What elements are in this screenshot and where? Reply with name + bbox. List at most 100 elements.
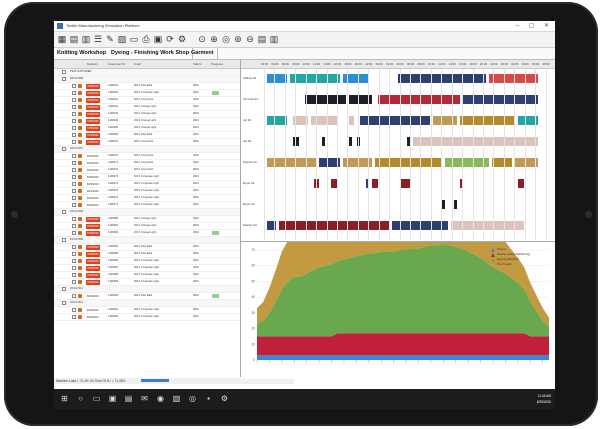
row-checkbox[interactable] <box>72 126 76 130</box>
edit-icon[interactable]: ✎ <box>105 34 115 45</box>
table-row[interactable]: 7/25/2020 1400284 800 1 Red Dark 0001 <box>54 244 240 251</box>
job-bar[interactable] <box>374 158 443 167</box>
row-checkbox[interactable] <box>72 189 76 193</box>
row-checkbox[interactable] <box>72 231 76 235</box>
row-checkbox[interactable] <box>72 175 76 179</box>
job-bar[interactable] <box>290 74 340 83</box>
row-checkbox[interactable] <box>72 98 76 102</box>
group-checkbox[interactable] <box>62 77 66 81</box>
row-checkbox[interactable] <box>72 252 76 256</box>
table-row[interactable]: 7/25/2020 1400049 200 1 Orange Light 0001 <box>54 118 240 125</box>
zoom-fit-icon[interactable]: ◎ <box>221 34 231 45</box>
tab-garment[interactable]: Garment <box>188 48 218 59</box>
document-icon[interactable]: ▭ <box>129 34 139 45</box>
job-bar[interactable] <box>517 179 524 188</box>
group-checkbox[interactable] <box>62 70 66 74</box>
table-row[interactable]: 7/25/2020 1400024 600 1 Grey Dark 0001 <box>54 97 240 104</box>
table-row[interactable]: 8/25/2020 1400275 500 1 Turquoise Light 000… <box>54 188 240 195</box>
zoom-in-icon[interactable]: ⊕ <box>209 34 219 45</box>
image-icon[interactable]: ▣ <box>153 34 163 45</box>
taskbar-clock[interactable]: 11:45 AM 8/25/2020 <box>537 393 551 405</box>
table-row[interactable]: 8/25/2020 1400271 600 1 Grey Dark 0001 <box>54 160 240 167</box>
window-controls[interactable]: – ▢ ✕ <box>516 21 553 31</box>
group-row[interactable]: DOC17412 <box>54 300 240 307</box>
group-row[interactable]: DOC17457 <box>54 146 240 153</box>
table-row[interactable]: 7/25/2020 1400287 500 1 Turquoise Light 000… <box>54 265 240 272</box>
tab-dyeing-finishing[interactable]: Dyeing - Finishing Work Shop <box>108 48 194 59</box>
table-row[interactable]: 7/25/2020 1400282 200 1 Orange Light 0001 <box>54 230 240 237</box>
row-checkbox[interactable] <box>72 84 76 88</box>
col-header-delivery[interactable]: Delivery <box>87 60 98 68</box>
row-checkbox[interactable] <box>72 217 76 221</box>
row-checkbox[interactable] <box>72 259 76 263</box>
row-checkbox[interactable] <box>72 196 76 200</box>
job-bar[interactable] <box>371 179 378 188</box>
row-checkbox[interactable] <box>72 315 76 319</box>
col-header-progress[interactable]: Progress <box>211 60 223 68</box>
table-row[interactable]: 8/25/2020 1400290 800 1 Red Dark 0001 <box>54 293 240 300</box>
table-row[interactable]: 8/25/2020 1400270 600 1 Grey Dark 0001 <box>54 153 240 160</box>
row-checkbox[interactable] <box>72 280 76 284</box>
table-row[interactable]: 7/25/2020 1400016 800 1 Red Dark 0001 <box>54 83 240 90</box>
row-checkbox[interactable] <box>72 182 76 186</box>
job-bar[interactable] <box>401 179 410 188</box>
group-checkbox[interactable] <box>62 301 66 305</box>
table-row[interactable]: 7/25/2020 1400281 200 1 Orange Light 0001 <box>54 223 240 230</box>
job-bar[interactable] <box>348 116 355 125</box>
photos-icon[interactable]: ▧ <box>172 394 181 403</box>
col-header-customer[interactable]: Customer ID <box>108 60 125 68</box>
group-checkbox[interactable] <box>62 210 66 214</box>
row-checkbox[interactable] <box>72 168 76 172</box>
export-icon[interactable]: ▥ <box>269 34 279 45</box>
job-bar[interactable] <box>462 95 539 104</box>
row-checkbox[interactable] <box>72 308 76 312</box>
grid-icon[interactable]: ▦ <box>57 34 67 45</box>
table-row[interactable]: 7/25/2020 1400042 200 1 Orange Light 0001 <box>54 111 240 118</box>
chart-icon[interactable]: ▨ <box>117 34 127 45</box>
refresh-icon[interactable]: ⟳ <box>165 34 175 45</box>
zoom-reset-icon[interactable]: ⊚ <box>233 34 243 45</box>
job-bar[interactable] <box>322 137 326 146</box>
col-header-fabric[interactable]: Fabric <box>193 60 201 68</box>
table-row[interactable]: 7/25/2020 1400286 500 1 Turquoise Light 000… <box>54 258 240 265</box>
group-row[interactable]: DOC17458 <box>54 237 240 244</box>
table-row[interactable]: 8/25/2020 1400292 500 1 Turquoise Light 000… <box>54 314 240 321</box>
job-bar[interactable] <box>310 116 337 125</box>
table-row[interactable]: 8/25/2020 1400274 500 1 Turquoise Light 000… <box>54 181 240 188</box>
layout-icon[interactable]: ▥ <box>81 34 91 45</box>
table-row[interactable]: 8/25/2020 1400272 600 1 Grey Dark 0001 <box>54 167 240 174</box>
file-explorer-icon[interactable]: ▣ <box>108 394 117 403</box>
app-icon[interactable]: ▪ <box>204 394 213 403</box>
report-icon[interactable]: ▤ <box>257 34 267 45</box>
group-checkbox[interactable] <box>62 147 66 151</box>
job-bar[interactable] <box>491 158 513 167</box>
table-row[interactable]: 7/25/2020 1400063 800 1 Red Dark 0001 <box>54 132 240 139</box>
table-row[interactable]: 7/25/2020 1400056 200 1 Orange Light 0001 <box>54 125 240 132</box>
layers-icon[interactable]: ▤ <box>69 34 79 45</box>
print-icon[interactable]: ⎙ <box>141 34 151 45</box>
group-checkbox[interactable] <box>62 287 66 291</box>
group-row[interactable]: DOC17411 <box>54 286 240 293</box>
zoom-out-icon[interactable]: ⊖ <box>245 34 255 45</box>
group-row[interactable]: TEXTCUSTOMER <box>54 69 240 76</box>
table-row[interactable]: 8/25/2020 1400277 500 1 Turquoise Light 000… <box>54 202 240 209</box>
search-icon[interactable]: ○ <box>76 394 85 403</box>
col-header-color[interactable]: Color <box>134 60 141 68</box>
table-row[interactable]: 7/25/2020 1400288 500 1 Turquoise Light 000… <box>54 272 240 279</box>
mail-icon[interactable]: ✉ <box>140 394 149 403</box>
row-checkbox[interactable] <box>72 133 76 137</box>
row-checkbox[interactable] <box>72 119 76 123</box>
edge-icon[interactable]: ◉ <box>156 394 165 403</box>
group-row[interactable]: DOC17468 <box>54 209 240 216</box>
group-row[interactable]: DOC17458 <box>54 76 240 83</box>
row-checkbox[interactable] <box>72 245 76 249</box>
row-checkbox[interactable] <box>72 266 76 270</box>
settings-icon[interactable]: ⚙ <box>220 394 229 403</box>
job-bar[interactable] <box>459 116 516 125</box>
task-view-icon[interactable]: ▭ <box>92 394 101 403</box>
store-icon[interactable]: ▤ <box>124 394 133 403</box>
table-row[interactable]: 7/25/2020 1400285 800 1 Red Dark 0001 <box>54 251 240 258</box>
tab-knitting-workshop[interactable]: Knitting Workshop <box>54 48 111 59</box>
job-bar[interactable] <box>433 116 457 125</box>
row-checkbox[interactable] <box>72 161 76 165</box>
